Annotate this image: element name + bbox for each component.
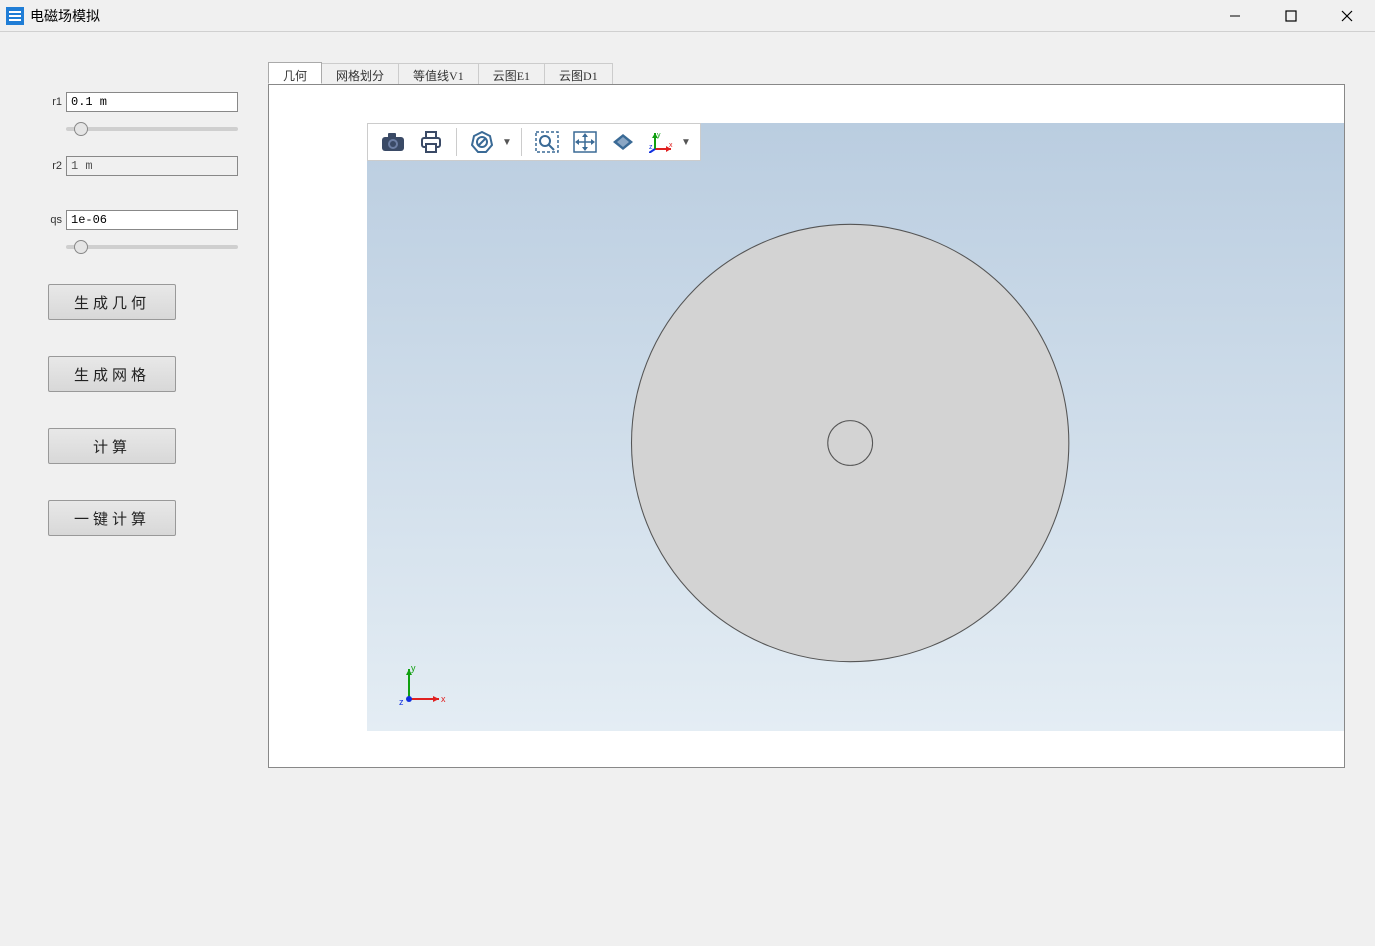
generate-mesh-button[interactable]: 生成网格 — [48, 356, 176, 392]
param-r1: r1 — [40, 92, 238, 112]
compute-button[interactable]: 计算 — [48, 428, 176, 464]
axes-icon[interactable]: x y z — [644, 127, 678, 157]
fit-icon[interactable] — [606, 127, 640, 157]
toolbar-sep-1 — [456, 128, 457, 156]
generate-geometry-button[interactable]: 生成几何 — [48, 284, 176, 320]
slider-qs-wrap — [66, 234, 238, 250]
geometry-canvas — [367, 123, 1344, 731]
axis-y-label: y — [411, 663, 416, 673]
label-qs: qs — [40, 214, 62, 226]
tab-cloud-d1[interactable]: 云图D1 — [545, 63, 613, 85]
label-r1: r1 — [40, 96, 62, 108]
minimize-button[interactable] — [1207, 0, 1263, 31]
param-qs: qs — [40, 210, 238, 230]
main-pane: 几何 网格划分 等值线V1 云图E1 云图D1 x — [268, 32, 1375, 946]
zoom-box-icon[interactable] — [530, 127, 564, 157]
svg-text:x: x — [669, 142, 673, 149]
svg-text:z: z — [649, 144, 653, 151]
close-button[interactable] — [1319, 0, 1375, 31]
slider-qs[interactable] — [66, 245, 238, 249]
axis-gizmo: x y z — [397, 661, 447, 711]
inner-circle — [828, 421, 873, 466]
toolbar-sep-2 — [521, 128, 522, 156]
tab-panel: x y z — [268, 84, 1345, 768]
window-controls — [1207, 0, 1375, 31]
window-title: 电磁场模拟 — [30, 6, 100, 26]
input-qs[interactable] — [66, 210, 238, 230]
viewport-toolbar: ▼ x y z — [367, 123, 701, 161]
print-icon[interactable] — [414, 127, 448, 157]
tabs: 几何 网格划分 等值线V1 云图E1 云图D1 — [268, 62, 1345, 84]
viewport-3d[interactable]: x y z — [367, 123, 1344, 731]
tab-mesh[interactable]: 网格划分 — [322, 63, 399, 85]
content: r1 r2 qs 生成几何 生成网格 计算 一键计算 几何 网格划分 等值线V1… — [0, 32, 1375, 946]
maximize-button[interactable] — [1263, 0, 1319, 31]
no-symbol-dropdown[interactable]: ▼ — [501, 127, 513, 157]
tab-cloud-e1[interactable]: 云图E1 — [479, 63, 545, 85]
titlebar: 电磁场模拟 — [0, 0, 1375, 32]
axis-z-label: z — [399, 697, 404, 707]
input-r2 — [66, 156, 238, 176]
no-symbol-icon[interactable] — [465, 127, 499, 157]
input-r1[interactable] — [66, 92, 238, 112]
axes-dropdown[interactable]: ▼ — [680, 127, 692, 157]
tab-geom[interactable]: 几何 — [268, 62, 322, 84]
slider-r1[interactable] — [66, 127, 238, 131]
sidebar: r1 r2 qs 生成几何 生成网格 计算 一键计算 — [0, 32, 268, 946]
tab-contour-v1[interactable]: 等值线V1 — [399, 63, 479, 85]
app-icon — [6, 7, 24, 25]
compute-all-button[interactable]: 一键计算 — [48, 500, 176, 536]
slider-r1-wrap — [66, 116, 238, 132]
svg-text:y: y — [657, 132, 661, 139]
label-r2: r2 — [40, 160, 62, 172]
camera-icon[interactable] — [376, 127, 410, 157]
axis-x-label: x — [441, 694, 446, 704]
param-r2: r2 — [40, 156, 238, 176]
pan-icon[interactable] — [568, 127, 602, 157]
